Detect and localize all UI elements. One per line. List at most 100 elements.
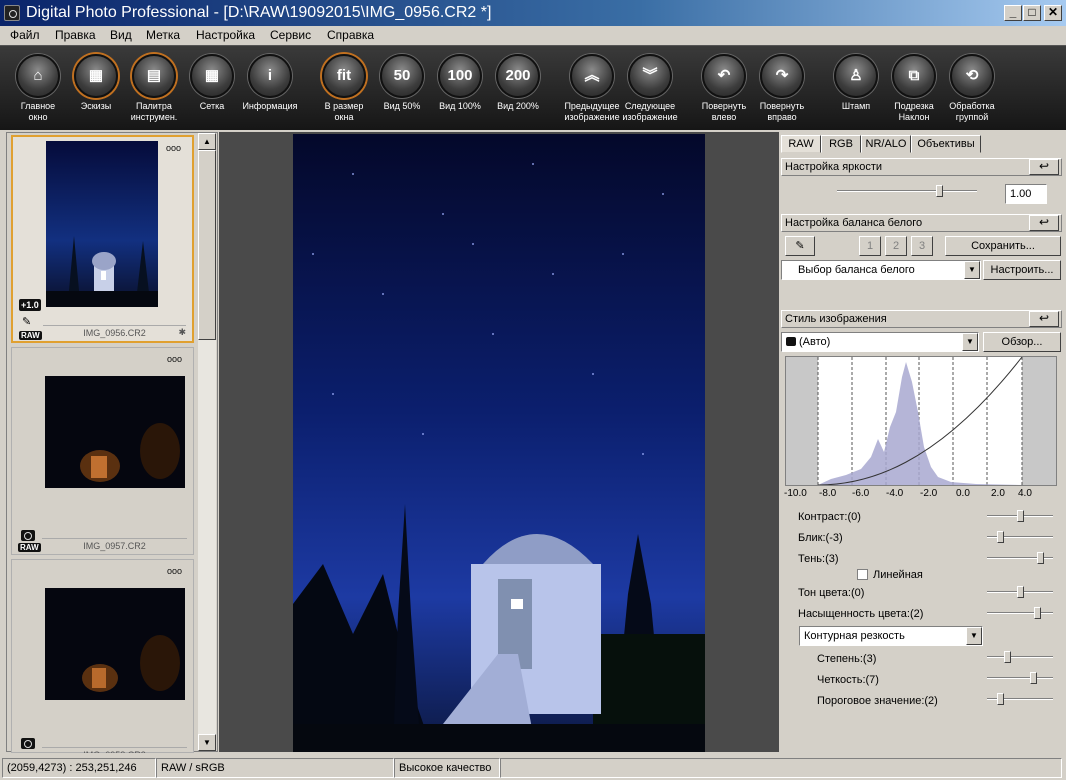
thumbnail-list: ooo +1.0 ✎ RAW IMG_0956.CR2 ✱ ooo RAW IM… <box>6 132 218 753</box>
menu-file[interactable]: Файл <box>10 28 40 42</box>
brightness-reset-button[interactable]: ↩ <box>1029 159 1059 175</box>
histogram-tick: 2.0 <box>991 488 1005 499</box>
info-button[interactable]: i Информация <box>240 54 300 112</box>
wb-preset-1-button[interactable]: 1 <box>859 236 881 256</box>
white-balance-select-value: Выбор баланса белого <box>798 264 915 276</box>
rotate-left-icon: ↶ <box>702 54 746 98</box>
observatory-photo <box>293 163 705 752</box>
menu-help[interactable]: Справка <box>327 28 374 42</box>
tab-lenses[interactable]: Объективы <box>911 135 981 153</box>
tab-raw[interactable]: RAW <box>781 135 821 153</box>
thumbnail-filename: IMG_0958.CR2 <box>42 747 187 753</box>
tool-palette-icon: ▤ <box>132 54 176 98</box>
crop-tilt-button[interactable]: ⧉ Подрезка Наклон <box>884 54 944 123</box>
picture-style-select[interactable]: (Авто) ▼ <box>781 332 979 352</box>
linear-checkbox[interactable] <box>857 569 868 580</box>
tone-curve-histogram[interactable] <box>785 356 1057 486</box>
thumbnails-button[interactable]: ▦ Эскизы <box>66 54 126 112</box>
rotate-right-button[interactable]: ↷ Повернуть вправо <box>752 54 812 123</box>
thumbnail-image <box>46 141 158 307</box>
picture-style-reset-button[interactable]: ↩ <box>1029 311 1059 327</box>
grid-button[interactable]: ▦ Сетка <box>182 54 242 112</box>
sharpness-mode-value: Контурная резкость <box>804 630 905 642</box>
contrast-slider[interactable] <box>987 510 1053 522</box>
wb-preset-2-button[interactable]: 2 <box>885 236 907 256</box>
status-empty <box>500 758 1062 778</box>
picture-style-browse-button[interactable]: Обзор... <box>983 332 1061 352</box>
rotate-left-button[interactable]: ↶ Повернуть влево <box>694 54 754 123</box>
eyedropper-button[interactable]: ✎ <box>785 236 815 256</box>
brightness-section-header: Настройка яркости ↩ <box>781 158 1062 176</box>
tab-nr-alo[interactable]: NR/ALO <box>861 135 911 153</box>
previous-image-button[interactable]: ︽ Предыдущее изображение <box>562 54 622 123</box>
white-balance-reset-button[interactable]: ↩ <box>1029 215 1059 231</box>
maximize-button[interactable]: □ <box>1023 5 1041 21</box>
zoom-200-button[interactable]: 200 Вид 200% <box>488 54 548 112</box>
histogram-tick: 4.0 <box>1018 488 1032 499</box>
thumbnail-item[interactable]: ooo +1.0 ✎ RAW IMG_0956.CR2 ✱ <box>11 135 194 343</box>
shadow-label: Тень:(3) <box>798 553 839 565</box>
zoom-200-icon: 200 <box>496 54 540 98</box>
contrast-label: Контраст:(0) <box>798 511 861 523</box>
vertical-scrollbar[interactable]: ▲ ▼ <box>198 133 216 751</box>
fit-window-button[interactable]: fit В размер окна <box>314 54 374 123</box>
minimize-button[interactable]: _ <box>1004 5 1022 21</box>
menu-tools[interactable]: Сервис <box>270 28 311 42</box>
grid-icon: ▦ <box>190 54 234 98</box>
sharpness-mode-select[interactable]: Контурная резкость ▼ <box>799 626 983 646</box>
scroll-down-button[interactable]: ▼ <box>198 734 216 751</box>
title-bar: Digital Photo Professional - [D:\RAW\190… <box>0 0 1066 26</box>
main-window-button[interactable]: ⌂ Главное окно <box>8 54 68 123</box>
close-button[interactable]: ✕ <box>1044 5 1062 21</box>
histogram-graph <box>786 356 1056 486</box>
menu-label[interactable]: Метка <box>146 28 180 42</box>
menu-view[interactable]: Вид <box>110 28 132 42</box>
histogram-tick: -4.0 <box>886 488 904 499</box>
stamp-button[interactable]: ♙ Штамп <box>826 54 886 112</box>
menu-adjustment[interactable]: Настройка <box>196 28 255 42</box>
zoom-100-button[interactable]: 100 Вид 100% <box>430 54 490 112</box>
main-photo <box>293 134 705 752</box>
scroll-thumb[interactable] <box>198 150 216 340</box>
picture-style-value: (Авто) <box>799 336 831 348</box>
tab-rgb[interactable]: RGB <box>821 135 861 153</box>
threshold-label: Пороговое значение:(2) <box>817 695 938 707</box>
zoom-50-label: Вид 50% <box>383 101 421 111</box>
info-icon: i <box>248 54 292 98</box>
image-viewer[interactable] <box>219 132 779 752</box>
scroll-up-button[interactable]: ▲ <box>198 133 216 150</box>
menu-edit[interactable]: Правка <box>55 28 96 42</box>
histogram-tick: -10.0 <box>784 488 807 499</box>
grid-label: Сетка <box>199 101 225 111</box>
white-balance-select[interactable]: Выбор баланса белого ▼ <box>781 260 981 280</box>
stamp-label: Штамп <box>841 101 871 111</box>
batch-process-button[interactable]: ⟲ Обработка группой <box>942 54 1002 123</box>
shadow-slider[interactable] <box>987 552 1053 564</box>
thumbnail-image <box>45 588 185 700</box>
thumbnail-item[interactable]: ooo IMG_0958.CR2 <box>11 559 194 753</box>
menu-bar: Файл Правка Вид Метка Настройка Сервис С… <box>0 26 1066 45</box>
wb-preset-3-button[interactable]: 3 <box>911 236 933 256</box>
thumbnail-item[interactable]: ooo RAW IMG_0957.CR2 <box>11 347 194 555</box>
zoom-50-button[interactable]: 50 Вид 50% <box>372 54 432 112</box>
wb-tune-button[interactable]: Настроить... <box>983 260 1061 280</box>
tool-palette-button[interactable]: ▤ Палитра инструмен. <box>124 54 184 123</box>
highlight-slider[interactable] <box>987 531 1053 543</box>
threshold-slider[interactable] <box>987 693 1053 705</box>
highlight-label: Блик:(-3) <box>798 532 843 544</box>
zoom-100-icon: 100 <box>438 54 482 98</box>
zoom-100-label: Вид 100% <box>439 101 481 111</box>
brightness-value-field[interactable]: 1.00 <box>1005 184 1047 204</box>
saturation-slider[interactable] <box>987 607 1053 619</box>
thumbnail-image <box>45 376 185 488</box>
wb-save-button[interactable]: Сохранить... <box>945 236 1061 256</box>
checkmark-ring-icon: ooo <box>166 143 182 153</box>
fineness-slider[interactable] <box>987 672 1053 684</box>
thumbnails-icon: ▦ <box>74 54 118 98</box>
brightness-slider[interactable] <box>837 185 977 197</box>
next-image-button[interactable]: ︾ Следующее изображение <box>620 54 680 123</box>
strength-slider[interactable] <box>987 651 1053 663</box>
raw-badge: RAW <box>18 543 41 552</box>
night-thumbnail <box>45 376 185 488</box>
color-tone-slider[interactable] <box>987 586 1053 598</box>
